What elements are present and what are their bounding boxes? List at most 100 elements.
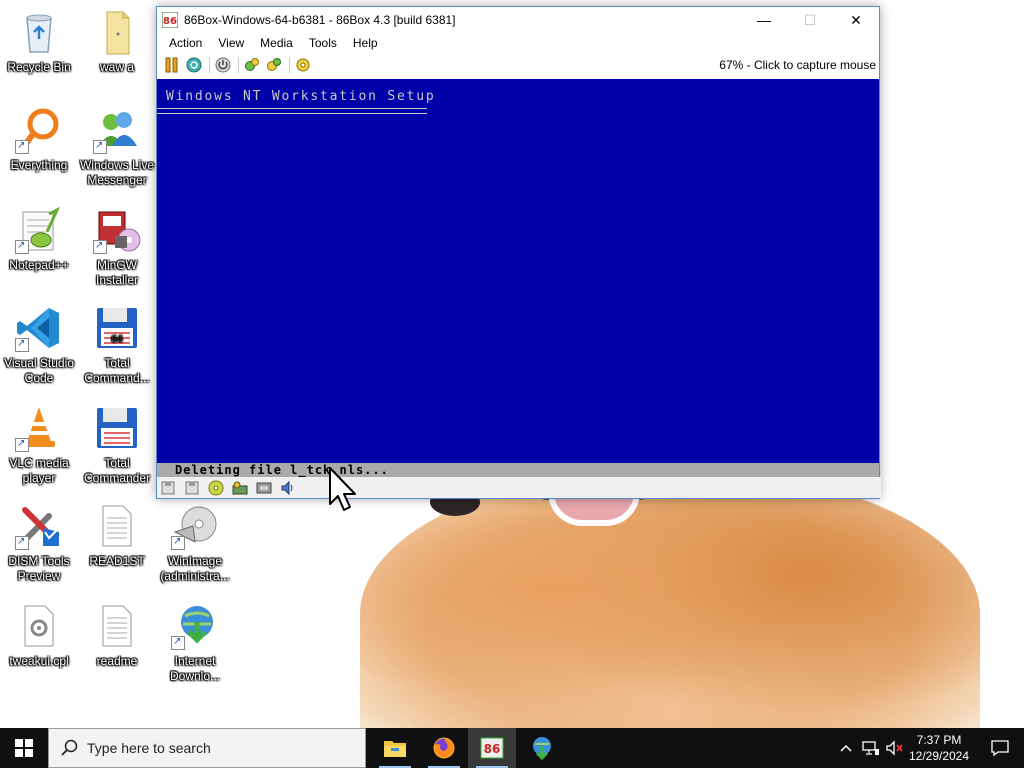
messenger-icon [93, 106, 141, 154]
floppy-drive-b-button[interactable] [183, 480, 201, 496]
notification-icon [991, 740, 1009, 756]
shortcut-arrow-icon [15, 336, 29, 352]
taskbar-file-explorer[interactable] [371, 728, 419, 768]
volume-button[interactable] [884, 728, 906, 768]
settings-button[interactable] [243, 56, 261, 74]
machine-settings-button[interactable] [294, 56, 312, 74]
desktop-icon-total-commander[interactable]: Total Commander [78, 404, 156, 486]
sound-button[interactable] [279, 480, 297, 496]
desktop-icon-visual-studio-code[interactable]: Visual Studio Code [0, 304, 78, 386]
desktop-icon-total-commander-64[interactable]: 64 Total Command... [78, 304, 156, 386]
capture-mouse-status: 67% - Click to capture mouse [719, 58, 876, 72]
desktop-icon-label: Total Command... [84, 356, 150, 385]
floppy-drive-a-button[interactable] [159, 480, 177, 496]
hard-disk-activity-icon [232, 481, 248, 494]
desktop-icon-winimage[interactable]: WinImage (administra... [156, 502, 234, 584]
desktop-icon-label: readme [96, 654, 138, 668]
cdrom-drive-button[interactable] [207, 480, 225, 496]
desktop-icon-readme[interactable]: readme [78, 602, 156, 669]
notepad-plus-plus-icon [15, 206, 63, 254]
shortcut-arrow-icon [15, 138, 29, 154]
hard-reset-button[interactable] [265, 56, 283, 74]
network-wired-icon [862, 741, 879, 755]
shortcut-arrow-icon [171, 534, 185, 550]
desktop-icon-label: Notepad++ [9, 258, 69, 272]
desktop-icon-label: Total Commander [83, 456, 151, 485]
close-button[interactable]: ✕ [833, 7, 879, 33]
shortcut-arrow-icon [93, 138, 107, 154]
menu-action[interactable]: Action [161, 36, 210, 50]
desktop-icon-dism-tools[interactable]: DISM Tools Preview [0, 502, 78, 584]
desktop-icon-waw-a[interactable]: waw a [78, 8, 156, 75]
network-card-icon [256, 482, 272, 493]
internet-download-manager-icon [533, 737, 551, 760]
desktop-icon-everything[interactable]: Everything [0, 106, 78, 173]
speaker-icon [281, 480, 293, 495]
desktop-icon-label: VLC media player [9, 456, 69, 485]
text-document-icon [93, 502, 141, 550]
86box-app-icon: 86 [162, 12, 178, 28]
total-commander-icon [93, 404, 141, 452]
windows-logo-icon [15, 739, 33, 757]
desktop-icon-mingw-installer[interactable]: MinGW Installer [78, 206, 156, 288]
menu-view[interactable]: View [210, 36, 252, 50]
file-explorer-icon [384, 741, 406, 757]
network-button[interactable] [255, 480, 273, 496]
start-button[interactable] [0, 728, 48, 768]
desktop-icon-label: READ1ST [89, 554, 145, 568]
taskbar-86box[interactable]: 86 [468, 728, 516, 768]
window-titlebar[interactable]: 86 86Box-Windows-64-b6381 - 86Box 4.3 [b… [157, 7, 879, 33]
mouse-cursor-icon [329, 467, 356, 511]
window-title: 86Box-Windows-64-b6381 - 86Box 4.3 [buil… [184, 13, 456, 27]
text-document-icon [93, 602, 141, 650]
shortcut-arrow-icon [15, 436, 29, 452]
svg-text:64: 64 [111, 335, 123, 345]
recycle-bin-icon [15, 8, 63, 56]
menu-bar: Action View Media Tools Help [157, 33, 879, 53]
speaker-muted-icon [886, 740, 903, 756]
desktop-icon-internet-download-manager[interactable]: Internet Downlo... [156, 602, 234, 684]
menu-media[interactable]: Media [252, 36, 301, 50]
shortcut-arrow-icon [15, 238, 29, 254]
menu-tools[interactable]: Tools [301, 36, 345, 50]
desktop-icon-read1st[interactable]: READ1ST [78, 502, 156, 569]
total-commander-64-icon: 64 [93, 304, 141, 352]
gears-reset-icon [267, 58, 281, 71]
network-status-button[interactable] [860, 728, 882, 768]
emulated-screen[interactable]: Windows NT Workstation Setup [157, 79, 879, 463]
desktop-icon-label: MinGW Installer [95, 258, 139, 287]
desktop-icon-notepad-plus-plus[interactable]: Notepad++ [0, 206, 78, 273]
action-center-button[interactable] [978, 728, 1022, 768]
taskbar-internet-download-manager[interactable] [517, 728, 565, 768]
desktop-icon-vlc[interactable]: VLC media player [0, 404, 78, 486]
desktop-icon-recycle-bin[interactable]: Recycle Bin [0, 8, 78, 75]
everything-search-icon [15, 106, 63, 154]
toolbar-separator [238, 57, 239, 73]
86box-window[interactable]: 86 86Box-Windows-64-b6381 - 86Box 4.3 [b… [156, 6, 881, 499]
gears-icon [245, 58, 259, 71]
desktop-icon-label: tweakui.cpl [9, 654, 69, 668]
power-button[interactable] [214, 56, 232, 74]
shortcut-arrow-icon [15, 534, 29, 550]
desktop-icon-label: DISM Tools Preview [8, 554, 70, 583]
taskbar-search-box[interactable]: Type here to search [48, 728, 366, 768]
desktop-icon-label: Visual Studio Code [4, 356, 74, 385]
gear-icon [296, 58, 310, 72]
svg-text:86: 86 [163, 16, 177, 27]
taskbar-firefox[interactable] [420, 728, 468, 768]
search-placeholder: Type here to search [87, 740, 211, 756]
pause-button[interactable] [163, 56, 181, 74]
clock-time: 7:37 PM [916, 733, 962, 747]
toolbar: 67% - Click to capture mouse [157, 53, 879, 77]
desktop-icon-windows-live-messenger[interactable]: Windows Live Messenger [78, 106, 156, 188]
hard-disk-button[interactable] [231, 480, 249, 496]
maximize-button[interactable]: ☐ [787, 7, 833, 33]
minimize-button[interactable]: — [741, 7, 787, 33]
desktop-icon-tweakui[interactable]: tweakui.cpl [0, 602, 78, 669]
ctrl-alt-del-button[interactable] [185, 56, 203, 74]
taskbar-clock[interactable]: 7:37 PM 12/29/2024 [904, 732, 974, 764]
shortcut-arrow-icon [171, 634, 185, 650]
setup-title: Windows NT Workstation Setup [166, 89, 436, 104]
menu-help[interactable]: Help [345, 36, 386, 50]
show-hidden-icons-button[interactable] [836, 728, 856, 768]
